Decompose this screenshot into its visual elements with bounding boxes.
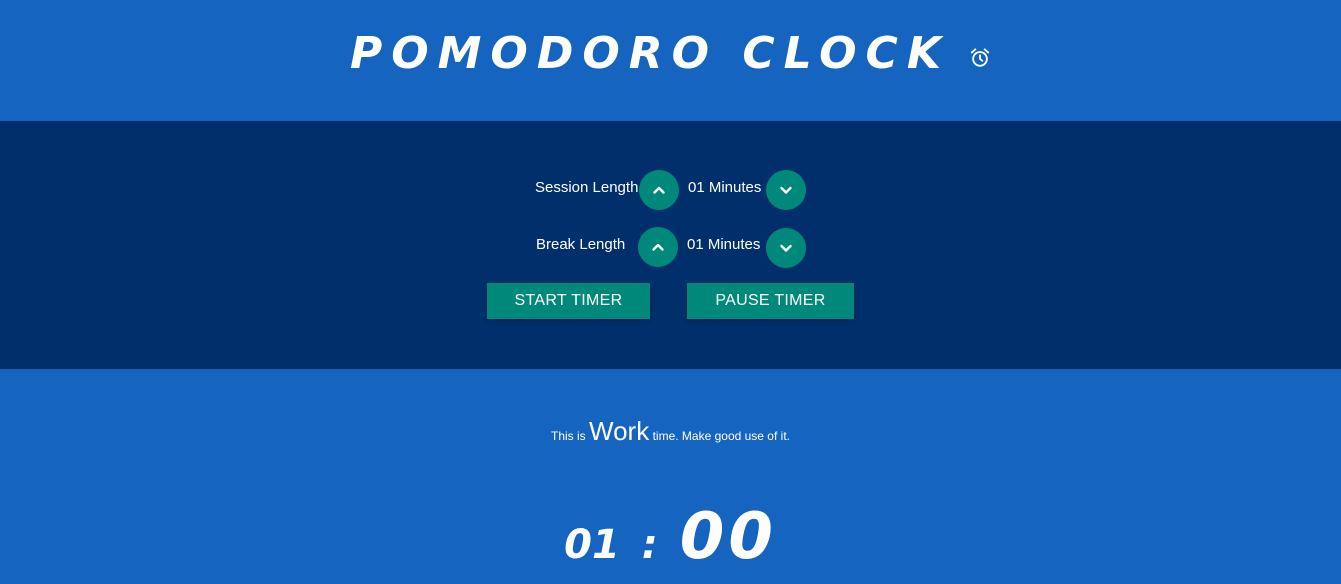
pause-timer-button[interactable]: PAUSE TIMER [687,283,854,319]
session-length-label: Session Length [535,179,639,196]
chevron-up-icon [653,186,665,194]
session-increase-button[interactable] [639,170,679,210]
status-suffix: time. Make good use of it. [652,429,790,443]
status-mode: Work [589,416,650,446]
session-decrease-button[interactable] [766,170,806,210]
alarm-clock-icon [969,47,991,69]
start-timer-button[interactable]: START TIMER [487,283,650,319]
status-message: This is Work time. Make good use of it. [0,416,1341,447]
break-increase-button[interactable] [638,227,678,267]
chevron-down-icon [780,244,792,252]
status-prefix: This is [551,429,586,443]
timer-seconds: 00 [679,500,777,574]
session-length-value: 01 Minutes [688,179,762,196]
timer-separator: : [641,522,658,568]
controls-panel: Session Length 01 Minutes Break Length 0… [0,121,1341,369]
app-title: POMODORO CLOCK [349,28,950,79]
chevron-up-icon [652,243,664,251]
timer-display: 01:00 [0,500,1341,574]
app-header: POMODORO CLOCK [0,0,1341,121]
break-decrease-button[interactable] [766,228,806,268]
title-wrap: POMODORO CLOCK [0,28,1341,79]
chevron-down-icon [780,186,792,194]
break-length-value: 01 Minutes [687,236,761,253]
break-length-label: Break Length [536,236,626,253]
timer-minutes: 01 [564,522,620,568]
